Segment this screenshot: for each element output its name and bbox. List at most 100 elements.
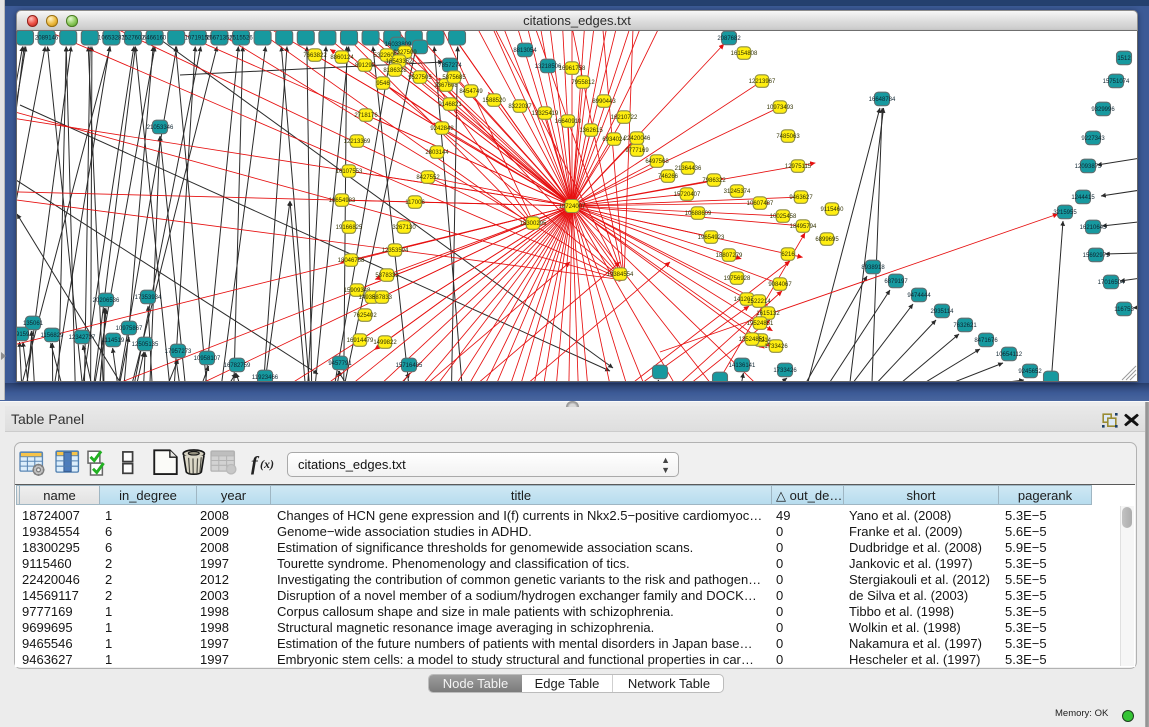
- svg-text:7625402: 7625402: [353, 313, 377, 319]
- svg-text:18300295: 18300295: [520, 221, 547, 227]
- svg-text:8471676: 8471676: [974, 338, 998, 344]
- svg-text:16210643: 16210643: [1080, 225, 1107, 231]
- svg-text:9242848: 9242848: [430, 126, 454, 132]
- svg-text:8186328: 8186328: [383, 68, 407, 74]
- svg-text:3267130: 3267130: [392, 225, 416, 231]
- svg-text:1362615: 1362615: [579, 128, 603, 134]
- svg-text:6497568: 6497568: [645, 159, 669, 165]
- svg-text:7857274: 7857274: [438, 63, 462, 69]
- svg-text:11923466: 11923466: [252, 375, 279, 381]
- svg-text:8454749: 8454749: [459, 89, 483, 95]
- svg-text:7986322: 7986322: [702, 178, 726, 184]
- svg-text:9546: 9546: [376, 81, 390, 87]
- svg-text:21364436: 21364436: [675, 166, 702, 172]
- svg-text:12505135: 12505135: [132, 342, 159, 348]
- svg-text:9227343: 9227343: [1081, 136, 1105, 142]
- svg-text:7663822: 7663822: [303, 53, 327, 59]
- svg-text:20206536: 20206536: [93, 298, 120, 304]
- svg-text:8860124: 8860124: [330, 55, 354, 61]
- svg-text:18807279: 18807279: [716, 253, 743, 259]
- svg-text:8427552: 8427552: [416, 175, 440, 181]
- svg-text:10654112: 10654112: [996, 352, 1023, 358]
- svg-text:2803144: 2803144: [425, 150, 449, 156]
- svg-text:6216: 6216: [781, 252, 795, 258]
- svg-text:31245374: 31245374: [724, 189, 751, 195]
- svg-text:9527505: 9527505: [408, 75, 432, 81]
- svg-text:10025458: 10025458: [770, 214, 797, 220]
- svg-text:16640910: 16640910: [555, 119, 582, 125]
- svg-text:12213967: 12213967: [749, 79, 776, 85]
- svg-text:16961758: 16961758: [559, 66, 586, 72]
- svg-text:1733426: 1733426: [773, 368, 797, 374]
- svg-text:746266: 746266: [658, 174, 679, 180]
- svg-text:16648784: 16648784: [869, 97, 896, 103]
- svg-text:7632621: 7632621: [953, 323, 977, 329]
- svg-text:22420046: 22420046: [624, 136, 651, 142]
- svg-text:9777169: 9777169: [625, 148, 649, 154]
- svg-text:39159: 39159: [17, 332, 30, 338]
- svg-text:16107553: 16107553: [336, 169, 363, 175]
- svg-text:17016504: 17016504: [1098, 280, 1125, 286]
- svg-text:16782759: 16782759: [224, 363, 251, 369]
- svg-text:9084067: 9084067: [768, 282, 792, 288]
- svg-text:12093873: 12093873: [1075, 164, 1102, 170]
- svg-text:8322037: 8322037: [508, 104, 532, 110]
- svg-text:10975867: 10975867: [116, 326, 143, 332]
- svg-text:1114519: 1114519: [102, 338, 125, 344]
- svg-text:8813054: 8813054: [513, 48, 537, 54]
- svg-text:9245652: 9245652: [1018, 369, 1042, 375]
- svg-text:2087682: 2087682: [717, 36, 741, 42]
- svg-text:8938918: 8938918: [861, 265, 885, 271]
- svg-text:14136141: 14136141: [729, 363, 756, 369]
- svg-text:1733426: 1733426: [764, 344, 788, 350]
- svg-text:6466160: 6466160: [143, 36, 167, 42]
- svg-text:9457791: 9457791: [328, 361, 352, 367]
- svg-text:13325419: 13325419: [532, 111, 559, 117]
- svg-text:17353934: 17353934: [135, 295, 162, 301]
- svg-text:9146821: 9146821: [438, 102, 462, 108]
- svg-text:13524851: 13524851: [739, 337, 766, 343]
- svg-text:21053346: 21053346: [147, 125, 174, 131]
- svg-text:19524851: 19524851: [747, 321, 774, 327]
- svg-text:10958107: 10958107: [194, 356, 221, 362]
- svg-text:891295: 891295: [355, 63, 376, 69]
- svg-text:3215955: 3215955: [1053, 210, 1077, 216]
- svg-text:f: f: [251, 453, 260, 475]
- svg-text:16154808: 16154808: [731, 51, 758, 57]
- svg-text:12353594: 12353594: [382, 248, 409, 254]
- svg-text:2935114: 2935114: [931, 309, 955, 315]
- svg-text:15720407: 15720407: [674, 192, 701, 198]
- svg-text:1156829: 1156829: [41, 333, 65, 339]
- svg-text:117006: 117006: [405, 200, 425, 206]
- svg-text:10607487: 10607487: [747, 201, 774, 207]
- svg-text:18495794: 18495794: [790, 224, 817, 230]
- svg-text:7515526: 7515526: [229, 36, 253, 42]
- svg-text:12975115: 12975115: [785, 164, 812, 170]
- svg-text:9463627: 9463627: [789, 195, 813, 201]
- svg-text:587833: 587833: [372, 295, 393, 301]
- svg-text:9474444: 9474444: [907, 293, 931, 299]
- svg-text:6879197: 6879197: [884, 279, 908, 285]
- svg-text:5875685: 5875685: [442, 75, 466, 81]
- svg-text:15751074: 15751074: [1103, 79, 1130, 85]
- svg-text:15716485: 15716485: [396, 363, 423, 369]
- svg-text:19384554: 19384554: [607, 272, 634, 278]
- svg-text:2367608: 2367608: [434, 83, 458, 89]
- svg-text:6899695: 6899695: [815, 237, 839, 243]
- svg-text:12342737: 12342737: [69, 335, 96, 341]
- svg-text:(x): (x): [260, 457, 274, 471]
- svg-text:10973493: 10973493: [767, 105, 794, 111]
- svg-text:17957273: 17957273: [165, 349, 192, 355]
- svg-text:1527602: 1527602: [121, 36, 145, 42]
- svg-text:18654983: 18654983: [329, 198, 356, 204]
- svg-text:135061: 135061: [23, 321, 44, 327]
- svg-text:2522214: 2522214: [747, 299, 771, 305]
- svg-text:9329996: 9329996: [1091, 107, 1115, 113]
- svg-text:2718176: 2718176: [354, 113, 378, 119]
- svg-text:18046768: 18046768: [338, 258, 365, 264]
- svg-text:19654923: 19654923: [698, 235, 725, 241]
- svg-text:19756928: 19756928: [724, 276, 751, 282]
- svg-text:10688609: 10688609: [685, 211, 712, 217]
- svg-text:1615132: 1615132: [756, 311, 780, 317]
- svg-text:9115460: 9115460: [821, 207, 845, 213]
